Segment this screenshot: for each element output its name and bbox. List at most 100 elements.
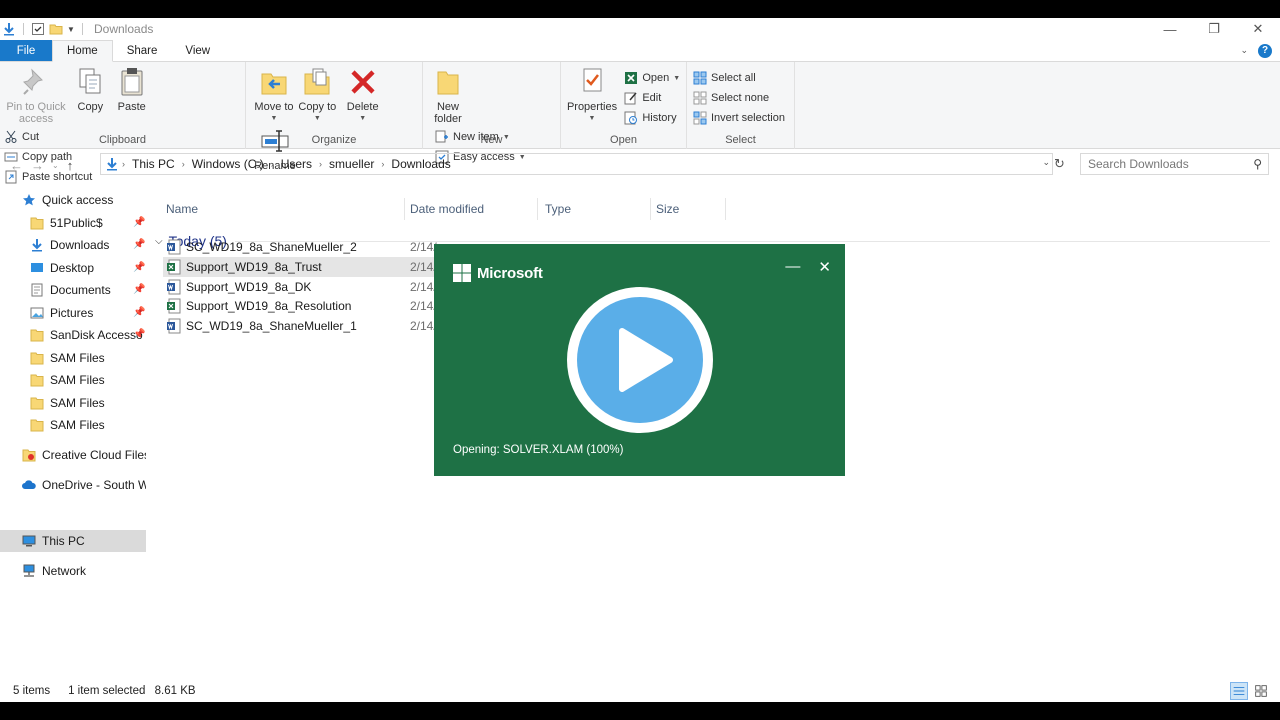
new-folder-icon: [437, 71, 459, 95]
open-group-label: Open: [610, 134, 637, 146]
column-date-modified[interactable]: Date modified: [404, 198, 538, 220]
address-dropdown-icon[interactable]: ⌄: [1042, 157, 1050, 168]
excel-document-icon: [167, 298, 181, 314]
nav-creative-cloud-label: Creative Cloud Files: [42, 448, 146, 462]
chevron-down-icon[interactable]: ⌄: [1240, 45, 1248, 56]
nav-item-documents[interactable]: Documents 📌: [0, 279, 146, 301]
splash-minimize-button[interactable]: —: [785, 258, 800, 276]
pin-icon: 📌: [133, 284, 146, 295]
star-icon: [23, 194, 35, 206]
select-all-label: Select all: [711, 72, 756, 84]
nav-item-downloads[interactable]: Downloads 📌: [0, 234, 146, 256]
recent-chevron-icon[interactable]: ⌄: [52, 161, 59, 170]
window-title: Downloads: [94, 22, 154, 36]
nav-item-51public[interactable]: 51Public$ 📌: [0, 212, 146, 234]
select-none-button[interactable]: Select none: [693, 90, 785, 106]
column-size[interactable]: Size: [650, 198, 726, 220]
breadcrumb-chevron-icon: ›: [381, 159, 385, 169]
nav-quick-access-label: Quick access: [42, 193, 114, 207]
refresh-icon[interactable]: ↻: [1054, 156, 1070, 172]
nav-item-sam-files[interactable]: SAM Files: [0, 347, 146, 369]
nav-item-desktop[interactable]: Desktop 📌: [0, 257, 146, 279]
nav-item-label: SAM Files: [50, 373, 105, 387]
paste-button[interactable]: Paste: [113, 66, 151, 113]
move-to-button[interactable]: Move to ▼: [254, 66, 294, 125]
copy-label: Copy: [77, 101, 104, 113]
copy-to-button[interactable]: Copy to ▼: [297, 66, 337, 125]
large-icons-view-icon[interactable]: [1252, 682, 1270, 700]
pin-to-quick-access-button[interactable]: Pin to Quick access: [4, 66, 68, 125]
up-arrow-icon[interactable]: ↑: [67, 158, 74, 173]
nav-item-label: Downloads: [50, 238, 110, 252]
caret-down-icon: ▼: [270, 115, 278, 122]
nav-quick-access[interactable]: Quick access: [0, 189, 146, 211]
folder-icon: [30, 329, 44, 342]
nav-item-pictures[interactable]: Pictures 📌: [0, 302, 146, 324]
nav-item-sam-files[interactable]: SAM Files: [0, 392, 146, 414]
breadcrumb-downloads[interactable]: Downloads: [387, 157, 454, 171]
new-group-label: New: [480, 134, 503, 146]
close-button[interactable]: ✕: [1236, 18, 1280, 40]
new-folder-button[interactable]: New folder: [431, 66, 465, 125]
nav-network[interactable]: Network: [0, 560, 146, 582]
edit-button[interactable]: Edit: [624, 90, 680, 106]
pin-icon: 📌: [133, 262, 146, 273]
address-bar[interactable]: › This PC › Windows (C:) › Users › smuel…: [100, 153, 1053, 175]
delete-button[interactable]: Delete ▼: [341, 66, 385, 125]
breadcrumb-smueller[interactable]: smueller: [325, 157, 378, 171]
forward-arrow-icon[interactable]: →: [31, 158, 44, 173]
nav-item-sam-files[interactable]: SAM Files: [0, 414, 146, 436]
minimize-button[interactable]: —: [1148, 18, 1192, 40]
tab-view[interactable]: View: [171, 40, 224, 61]
play-button-icon[interactable]: [566, 286, 714, 434]
history-icon: [624, 111, 638, 125]
copy-to-icon: [304, 68, 330, 95]
invert-selection-button[interactable]: Invert selection: [693, 110, 785, 126]
nav-item-sandisk[interactable]: SanDisk Accesso 📌: [0, 324, 146, 346]
back-arrow-icon[interactable]: ←: [10, 158, 23, 173]
clipboard-group: Pin to Quick access Copy Paste Cut Copy …: [0, 62, 246, 184]
history-button[interactable]: History: [624, 110, 680, 126]
tab-share[interactable]: Share: [113, 40, 172, 61]
open-label: Open: [642, 72, 670, 84]
splash-status-text: Opening: SOLVER.XLAM (100%): [453, 444, 624, 456]
maximize-button[interactable]: ❐: [1192, 18, 1236, 40]
excel-icon: [625, 72, 638, 84]
paste-label: Paste: [117, 101, 146, 113]
nav-item-label: SAM Files: [50, 351, 105, 365]
nav-item-label: Documents: [50, 283, 111, 297]
file-name: Support_WD19_8a_DK: [186, 280, 312, 294]
office-splash-screen: Microsoft — ✕ Opening: SOLVER.XLAM (100%…: [434, 244, 845, 476]
tab-file[interactable]: File: [0, 40, 52, 61]
folder-icon: [30, 217, 44, 230]
edit-label: Edit: [642, 92, 662, 104]
splash-close-button[interactable]: ✕: [818, 258, 831, 276]
breadcrumb-users[interactable]: Users: [277, 157, 316, 171]
breadcrumb-this-pc[interactable]: This PC: [128, 157, 179, 171]
help-icon[interactable]: ?: [1258, 43, 1272, 58]
select-all-icon: [693, 71, 707, 85]
column-name[interactable]: Name: [160, 198, 405, 220]
nav-onedrive[interactable]: OneDrive - South Wa: [0, 474, 146, 496]
cloud-icon: [22, 480, 36, 489]
column-type[interactable]: Type: [539, 198, 651, 220]
copy-button[interactable]: Copy: [71, 66, 109, 113]
qat-dropdown-icon[interactable]: ▼: [67, 25, 75, 34]
properties-button[interactable]: Properties ▼: [567, 66, 617, 125]
nav-this-pc[interactable]: This PC: [0, 530, 146, 552]
select-all-button[interactable]: Select all: [693, 70, 785, 86]
word-document-icon: [167, 318, 181, 334]
details-view-icon[interactable]: [1230, 682, 1248, 700]
nav-creative-cloud[interactable]: Creative Cloud Files: [0, 444, 146, 466]
status-selected-size: 8.61 KB: [154, 685, 196, 697]
column-headers: Name Date modified Type Size: [160, 192, 1280, 232]
new-folder-icon[interactable]: [49, 22, 63, 36]
open-button[interactable]: Open ▼: [624, 70, 680, 86]
downloads-icon[interactable]: [2, 22, 16, 36]
breadcrumb-windows-c[interactable]: Windows (C:): [188, 157, 268, 171]
tab-home[interactable]: Home: [52, 40, 113, 62]
organize-group: Move to ▼ Copy to ▼ Delete ▼ Rename Orga…: [246, 62, 423, 172]
nav-item-sam-files[interactable]: SAM Files: [0, 369, 146, 391]
properties-check-icon[interactable]: [31, 22, 45, 36]
search-box[interactable]: Search Downloads ⚲: [1080, 153, 1269, 175]
